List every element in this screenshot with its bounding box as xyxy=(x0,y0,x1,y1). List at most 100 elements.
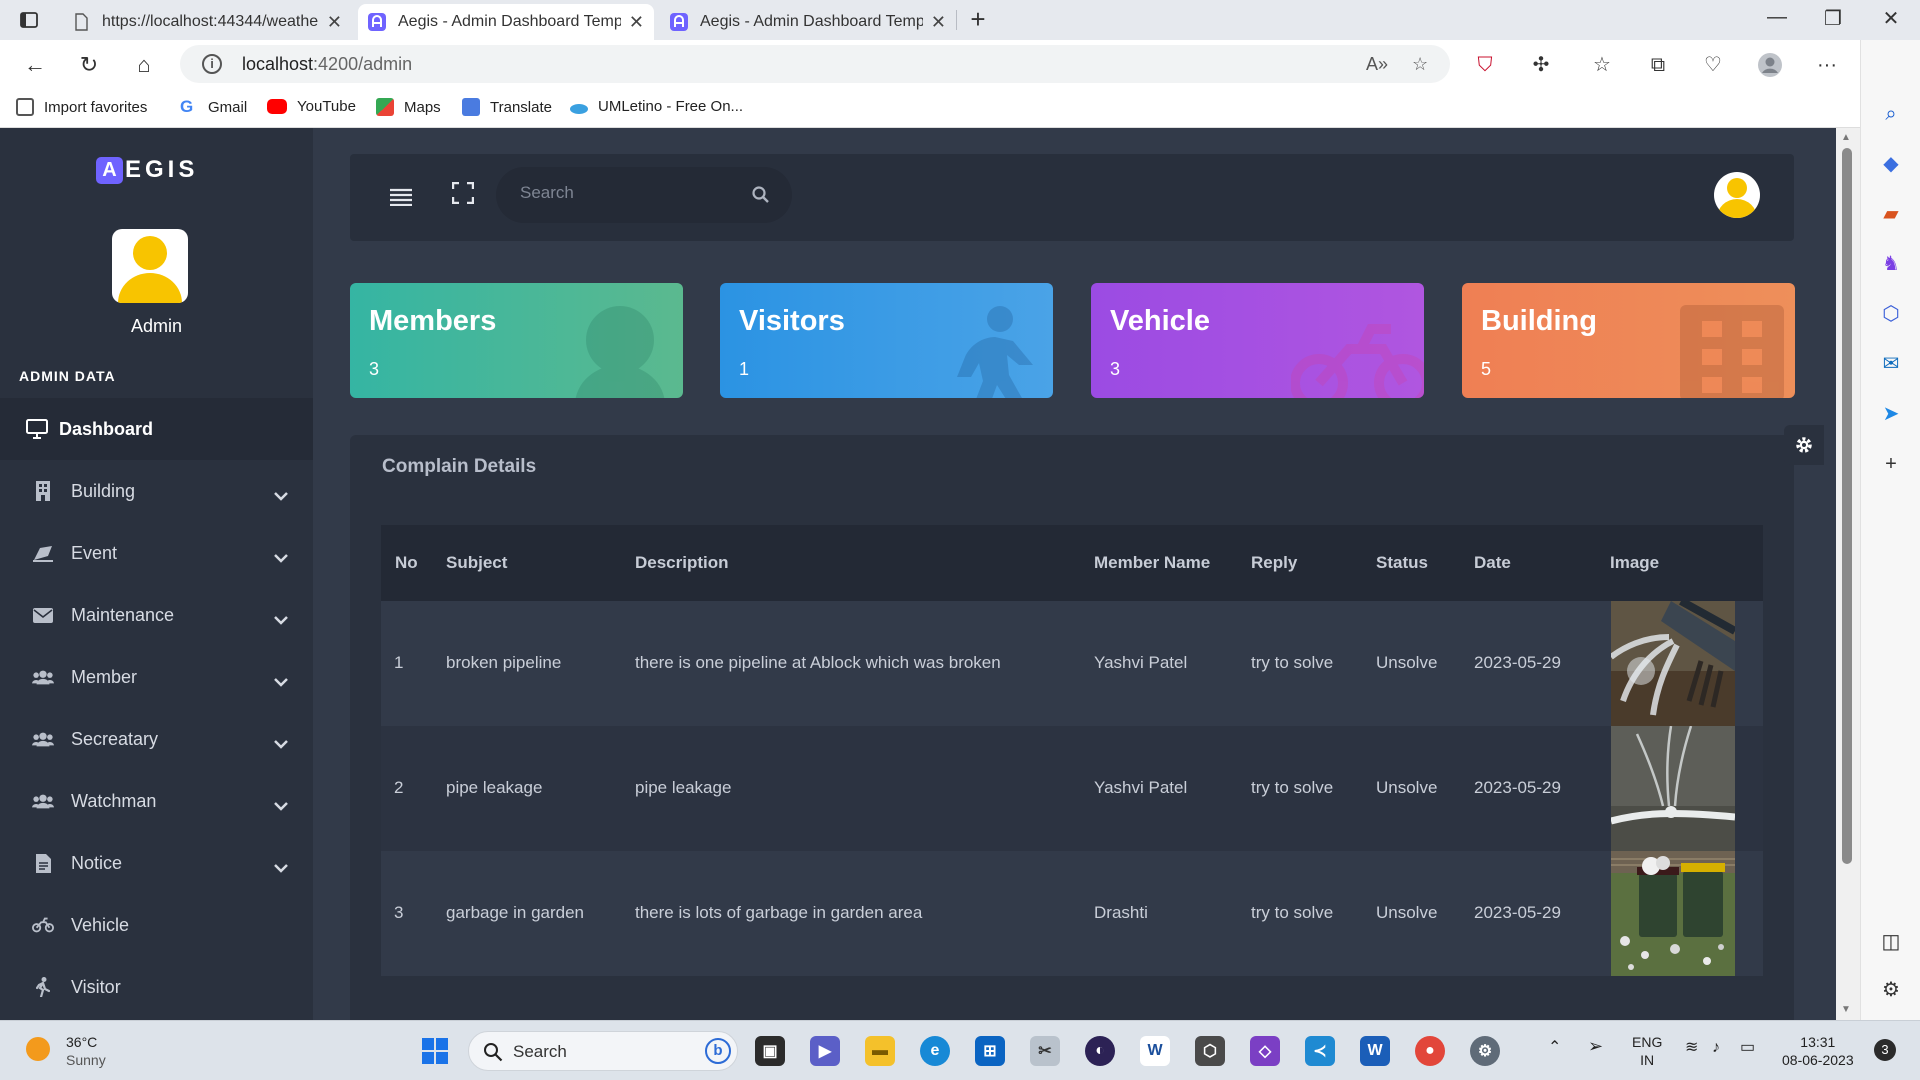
sidebar-item-dashboard[interactable]: Dashboard xyxy=(0,398,313,460)
windows-start-icon[interactable] xyxy=(420,1036,450,1066)
card-members[interactable]: Members 3 xyxy=(350,283,683,398)
extension-shield-icon[interactable]: ⛉ xyxy=(1472,52,1498,78)
visual-studio-icon[interactable]: ◇ xyxy=(1250,1036,1280,1066)
card-visitors[interactable]: Visitors 1 xyxy=(720,283,1053,398)
scroll-up-icon[interactable]: ▲ xyxy=(1841,132,1851,143)
sidebar-item-watchman[interactable]: Watchman xyxy=(0,770,313,832)
taskbar-search[interactable]: Search b xyxy=(468,1031,738,1071)
close-tab-icon[interactable]: ✕ xyxy=(327,12,342,33)
microsoft-store-icon[interactable]: ⊞ xyxy=(975,1036,1005,1066)
garbage-bins-image[interactable] xyxy=(1611,851,1735,976)
menu-toggle-icon[interactable] xyxy=(390,188,412,211)
edge-browser-icon[interactable]: e xyxy=(920,1036,950,1066)
home-icon[interactable]: ⌂ xyxy=(131,52,157,78)
minimize-icon[interactable]: — xyxy=(1754,6,1800,29)
back-icon[interactable]: ← xyxy=(22,52,48,78)
reload-icon[interactable]: ↻ xyxy=(76,52,102,78)
chrome-icon[interactable]: ● xyxy=(1415,1036,1445,1066)
sidebar-item-secreatary[interactable]: Secreatary xyxy=(0,708,313,770)
file-explorer-icon[interactable]: ▬ xyxy=(865,1036,895,1066)
theme-settings-button[interactable] xyxy=(1784,425,1824,465)
new-tab-icon[interactable]: + xyxy=(955,4,1001,35)
sidebar-item-maintenance[interactable]: Maintenance xyxy=(0,584,313,646)
search-icon[interactable] xyxy=(752,186,769,208)
vscode-icon[interactable]: ≺ xyxy=(1305,1036,1335,1066)
snipping-tool-icon[interactable]: ✂ xyxy=(1030,1036,1060,1066)
close-window-icon[interactable]: ✕ xyxy=(1868,6,1914,31)
microsoft-365-icon[interactable]: ⬡ xyxy=(1879,302,1903,326)
users-icon xyxy=(32,790,54,812)
favorite-translate[interactable]: Translate xyxy=(462,98,552,116)
card-building[interactable]: Building 5 xyxy=(1462,283,1795,398)
teams-chat-icon[interactable]: ▶ xyxy=(810,1036,840,1066)
more-options-icon[interactable]: ··· xyxy=(1814,52,1840,78)
clock[interactable]: 13:31 08-06-2023 xyxy=(1782,1033,1854,1069)
favorite-youtube[interactable]: YouTube xyxy=(267,98,356,115)
show-hidden-icons[interactable]: ⌃ xyxy=(1548,1039,1561,1057)
settings-app-icon[interactable]: ⚙ xyxy=(1470,1036,1500,1066)
add-favorite-icon[interactable]: ☆ xyxy=(1412,54,1428,75)
user-avatar[interactable] xyxy=(1714,172,1760,218)
maximize-icon[interactable]: ❐ xyxy=(1810,6,1856,31)
read-aloud-icon[interactable]: A» xyxy=(1366,54,1388,75)
site-info-icon[interactable]: i xyxy=(202,54,222,74)
favorite-maps[interactable]: Maps xyxy=(376,98,441,116)
search-icon[interactable]: ⌕ xyxy=(1879,102,1903,126)
tools-icon[interactable]: ▰ xyxy=(1879,202,1903,226)
tab-aegis-active[interactable]: Aegis - Admin Dashboard Templ ✕ xyxy=(358,4,654,40)
weather-widget[interactable]: 36°C Sunny xyxy=(26,1033,106,1068)
sidebar-item-label: Member xyxy=(71,666,138,687)
hide-sidebar-icon[interactable]: ◫ xyxy=(1879,930,1903,954)
browser-essentials-icon[interactable]: ♡ xyxy=(1700,52,1726,78)
task-view-icon[interactable]: ▣ xyxy=(755,1036,785,1066)
tab-weather[interactable]: https://localhost:44344/weatherf ✕ xyxy=(62,4,352,40)
profile-icon[interactable] xyxy=(1757,52,1783,78)
url-bar[interactable]: i localhost:4200/admin A» ☆ xyxy=(180,45,1450,83)
outlook-icon[interactable]: ✉ xyxy=(1879,352,1903,376)
sidebar-settings-icon[interactable]: ⚙ xyxy=(1879,978,1903,1002)
page-scrollbar[interactable]: ▲ ▼ xyxy=(1836,128,1860,1020)
scroll-down-icon[interactable]: ▼ xyxy=(1841,1004,1851,1015)
shopping-tag-icon[interactable]: ◆ xyxy=(1879,152,1903,176)
favorites-icon[interactable]: ☆ xyxy=(1589,52,1615,78)
sidebar-item-notice[interactable]: Notice xyxy=(0,832,313,894)
sidebar-item-event[interactable]: Event xyxy=(0,522,313,584)
chevron-down-icon xyxy=(274,733,288,754)
fullscreen-icon[interactable] xyxy=(451,181,475,209)
favorite-label: Gmail xyxy=(208,98,248,116)
battery-icon[interactable]: ▭ xyxy=(1740,1039,1755,1057)
admin-avatar[interactable] xyxy=(112,229,188,303)
app-logo[interactable]: A EGIS xyxy=(96,156,198,184)
close-tab-icon[interactable]: ✕ xyxy=(629,12,644,33)
word-icon[interactable]: W xyxy=(1360,1036,1390,1066)
sidebar-item-vehicle[interactable]: Vehicle xyxy=(0,894,313,956)
cell-status: Unsolve xyxy=(1376,778,1438,797)
scrollbar-thumb[interactable] xyxy=(1842,148,1852,864)
extensions-icon[interactable]: ✣ xyxy=(1528,52,1554,78)
send-icon[interactable]: ➤ xyxy=(1879,402,1903,426)
close-tab-icon[interactable]: ✕ xyxy=(931,12,946,33)
favorite-gmail[interactable]: G Gmail xyxy=(180,98,247,116)
broken-pipe-image[interactable] xyxy=(1611,601,1735,726)
location-icon[interactable]: ➢ xyxy=(1588,1037,1603,1055)
favorite-import[interactable]: Import favorites xyxy=(16,98,147,116)
wifi-icon[interactable]: ≋ xyxy=(1685,1039,1698,1057)
tab-aegis[interactable]: Aegis - Admin Dashboard Templ ✕ xyxy=(660,4,956,40)
eclipse-icon[interactable]: ◐ xyxy=(1085,1036,1115,1066)
volume-icon[interactable]: ♪ xyxy=(1712,1039,1720,1057)
sidebar-item-member[interactable]: Member xyxy=(0,646,313,708)
notification-badge[interactable]: 3 xyxy=(1874,1039,1896,1061)
favorite-umletino[interactable]: UMLetino - Free On... xyxy=(570,98,743,115)
wordpad-icon[interactable]: W xyxy=(1140,1036,1170,1066)
add-sidebar-app-icon[interactable]: + xyxy=(1879,452,1903,476)
games-icon[interactable]: ♞ xyxy=(1879,252,1903,276)
card-vehicle[interactable]: Vehicle 3 xyxy=(1091,283,1424,398)
hexagon-app-icon[interactable]: ⬡ xyxy=(1195,1036,1225,1066)
sidebar-item-building[interactable]: Building xyxy=(0,460,313,522)
sidebar-item-visitor[interactable]: Visitor xyxy=(0,956,313,1018)
pipe-leak-image[interactable] xyxy=(1611,726,1735,851)
language-indicator[interactable]: ENG IN xyxy=(1632,1033,1662,1069)
tab-actions-icon[interactable] xyxy=(18,9,40,31)
search-input[interactable] xyxy=(520,183,740,203)
collections-icon[interactable]: ⧉ xyxy=(1645,52,1671,78)
